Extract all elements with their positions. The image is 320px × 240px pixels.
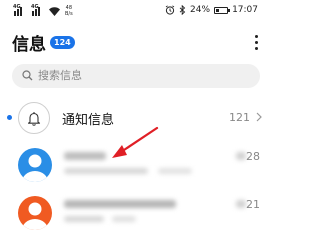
avatar (18, 148, 52, 182)
bell-avatar (18, 102, 50, 134)
notification-count: 121 (229, 111, 250, 124)
more-dot-icon (254, 34, 258, 38)
search-placeholder: 搜索信息 (38, 69, 82, 82)
default-person-icon (18, 196, 52, 230)
more-dot-icon (254, 46, 258, 50)
conversation-item[interactable]: 28 (0, 144, 272, 190)
wifi-icon (49, 6, 60, 16)
signal-icon-2: 4G (31, 3, 43, 16)
message-count-badge: 124 (50, 36, 75, 49)
message-preview-blurred (64, 216, 104, 222)
search-input[interactable]: 搜索信息 (12, 64, 260, 88)
conversation-time: 21 (246, 198, 260, 211)
search-icon (22, 70, 33, 81)
more-dot-icon (254, 40, 258, 44)
more-options-button[interactable] (252, 32, 260, 52)
status-bar: 4G 4G 48 B/s 24% 17:07 (0, 0, 272, 22)
avatar (18, 196, 52, 230)
signal-tag-2: 4G (31, 3, 39, 10)
status-right-group: 24% 17:07 (165, 5, 258, 15)
chevron-right-icon (256, 112, 262, 122)
bluetooth-icon (179, 5, 186, 15)
signal-tag: 4G (13, 3, 21, 10)
time-prefix-blurred (236, 200, 246, 208)
time-prefix-blurred (236, 152, 246, 160)
message-preview-blurred (112, 216, 136, 222)
network-speed: 48 B/s (65, 5, 73, 17)
status-left-group: 4G 4G 48 B/s (13, 3, 73, 18)
battery-icon (214, 6, 231, 14)
contact-name-blurred (64, 200, 176, 208)
contact-name-blurred (64, 152, 106, 160)
default-person-icon (18, 148, 52, 182)
clock: 17:07 (232, 5, 258, 15)
conversation-time: 28 (246, 150, 260, 163)
page-title: 信息 (12, 35, 46, 55)
unread-dot (7, 115, 12, 120)
notification-messages-item[interactable]: 通知信息 121 (0, 98, 272, 138)
signal-icon: 4G (13, 3, 25, 16)
conversation-item[interactable]: 21 (0, 192, 272, 238)
net-speed-unit: B/s (65, 11, 73, 17)
notification-label: 通知信息 (62, 113, 115, 128)
battery-percent: 24% (190, 5, 211, 15)
message-preview-blurred (158, 168, 192, 174)
header: 信息 124 (0, 26, 272, 60)
alarm-icon (165, 5, 175, 15)
bell-icon (27, 111, 41, 126)
message-preview-blurred (64, 168, 148, 174)
